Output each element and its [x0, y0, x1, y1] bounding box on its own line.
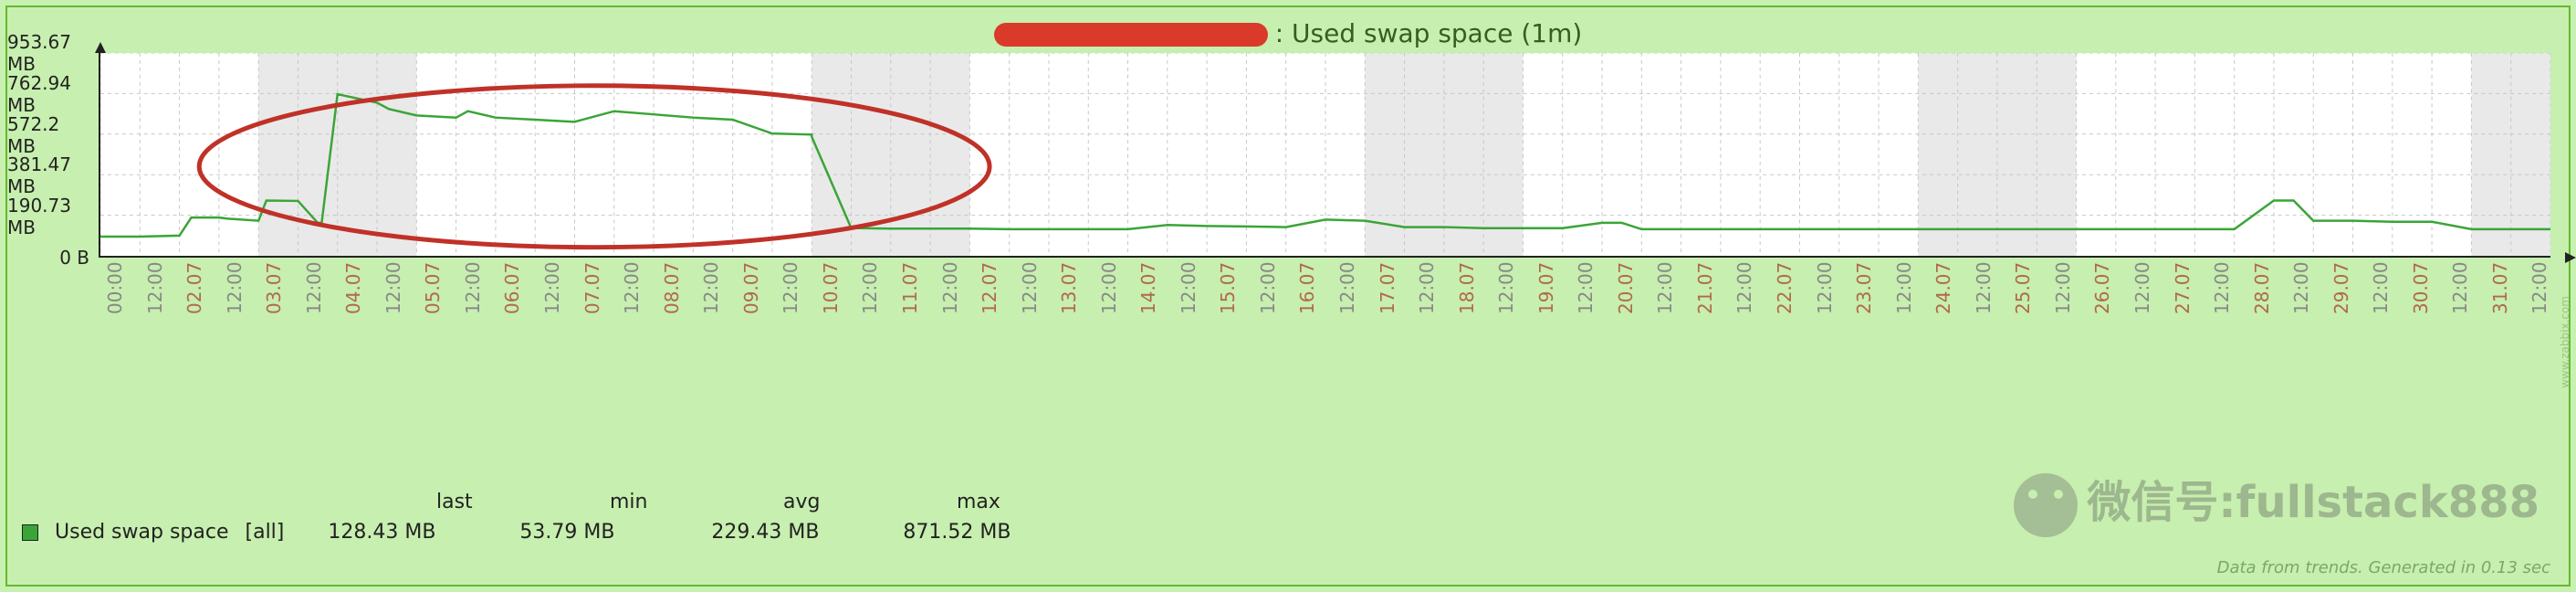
x-tick-label: 07.07	[581, 262, 603, 314]
y-tick-label: 190.73 MB	[7, 195, 95, 238]
x-tick-label: 12:00	[859, 261, 881, 314]
x-tick-label: 06.07	[501, 262, 523, 314]
y-tick-label: 572.2 MB	[7, 113, 95, 157]
y-tick-label: 381.47 MB	[7, 153, 95, 197]
x-tick-label: 31.07	[2489, 262, 2511, 314]
x-tick-label: 24.07	[1932, 262, 1954, 314]
x-tick-label: 14.07	[1137, 262, 1159, 314]
legend-scope: [all]	[246, 521, 285, 544]
x-tick-label: 12:00	[1495, 261, 1517, 314]
watermark: 微信号:fullstack888	[2014, 466, 2539, 537]
wechat-icon	[2014, 473, 2078, 537]
stat-value: 229.43 MB	[711, 521, 857, 544]
stat-header: min	[610, 491, 648, 513]
x-tick-label: 30.07	[2410, 262, 2432, 314]
legend-row: Used swap space [all] 128.43 MB 53.79 MB 2…	[22, 521, 1049, 544]
x-tick-label: 12:00	[382, 261, 404, 314]
plot-svg	[100, 53, 2550, 256]
x-tick-label: 09.07	[740, 262, 762, 314]
stat-header: max	[957, 491, 1000, 513]
x-tick-label: 28.07	[2251, 262, 2273, 314]
x-tick-label: 12:00	[780, 261, 801, 314]
x-tick-label: 15.07	[1217, 262, 1239, 314]
x-tick-label: 03.07	[263, 262, 285, 314]
stat-value: 871.52 MB	[903, 521, 1049, 544]
x-tick-label: 25.07	[2012, 262, 2034, 314]
stat-value: 128.43 MB	[328, 521, 474, 544]
x-tick-label: 12:00	[2449, 261, 2471, 314]
x-tick-label: 12:00	[1336, 261, 1358, 314]
x-tick-label: 11.07	[899, 262, 921, 314]
x-tick-label: 12:00	[224, 261, 246, 314]
y-tick-label: 762.94 MB	[7, 72, 95, 116]
x-tick-label: 26.07	[2091, 262, 2113, 314]
x-tick-label: 12:00	[621, 261, 643, 314]
x-tick-label: 12:00	[1575, 261, 1597, 314]
x-tick-label: 12:00	[2211, 261, 2233, 314]
stat-value: 53.79 MB	[519, 521, 665, 544]
x-tick-label: 19.07	[1535, 262, 1557, 314]
x-tick-label: 02.07	[183, 262, 205, 314]
x-tick-label: 12:00	[2290, 261, 2312, 314]
redaction-bar	[994, 23, 1268, 47]
x-tick-label: 12:00	[462, 261, 484, 314]
x-tick-label: 23.07	[1853, 262, 1875, 314]
x-tick-label: 00:00	[104, 261, 126, 314]
x-tick-label: 17.07	[1377, 262, 1398, 314]
x-tick-label: 12:00	[303, 261, 325, 314]
x-tick-label: 12:00	[1893, 261, 1915, 314]
x-tick-label: 22.07	[1774, 262, 1796, 314]
x-tick-label: 12:00	[1814, 261, 1836, 314]
x-tick-label: 27.07	[2172, 262, 2194, 314]
stat-header: last	[436, 491, 473, 513]
x-tick-label: 12:00	[1257, 261, 1279, 314]
footer-note: Data from trends. Generated in 0.13 sec	[2217, 558, 2550, 577]
legend-name: Used swap space	[55, 521, 229, 544]
x-tick-label: 12:00	[144, 261, 166, 314]
x-tick-label: 12:00	[2370, 261, 2392, 314]
y-tick-label: 0 B	[59, 247, 95, 269]
x-tick-label: 13.07	[1058, 262, 1080, 314]
x-tick-label: 12.07	[979, 262, 1000, 314]
x-tick-label: 08.07	[661, 262, 683, 314]
x-tick-label: 04.07	[342, 262, 364, 314]
x-tick-label: 20.07	[1615, 262, 1637, 314]
x-tick-label: 05.07	[422, 262, 444, 314]
x-tick-label: 29.07	[2330, 262, 2352, 314]
x-tick-label: 12:00	[1178, 261, 1199, 314]
x-tick-label: 12:00	[1654, 261, 1676, 314]
x-tick-label: 12:00	[541, 261, 563, 314]
x-tick-label: 10.07	[820, 262, 842, 314]
gridlines	[100, 53, 2550, 256]
x-tick-label: 12:00	[1973, 261, 1995, 314]
x-tick-label: 12:00	[1416, 261, 1438, 314]
x-tick-label: 12:00	[1098, 261, 1120, 314]
y-axis-arrow-icon	[95, 42, 106, 53]
x-axis-arrow-icon	[2565, 252, 2576, 263]
plot-area	[99, 53, 2550, 258]
y-tick-label: 953.67 MB	[7, 31, 95, 75]
legend-stat-values: 128.43 MB 53.79 MB 229.43 MB 871.52 MB	[328, 521, 1049, 544]
title-text: : Used swap space (1m)	[1275, 18, 1583, 48]
x-tick-label: 12:00	[939, 261, 961, 314]
stat-header: avg	[783, 491, 820, 513]
x-tick-label: 12:00	[700, 261, 722, 314]
side-credit: www.zabbix.com	[2559, 296, 2571, 388]
x-tick-label: 12:00	[2529, 261, 2550, 314]
x-tick-label: 12:00	[2052, 261, 2074, 314]
legend-swatch	[22, 524, 38, 541]
x-tick-label: 16.07	[1296, 262, 1318, 314]
x-tick-label: 12:00	[2131, 261, 2153, 314]
x-tick-label: 18.07	[1456, 262, 1478, 314]
x-tick-label: 12:00	[1733, 261, 1755, 314]
x-tick-label: 12:00	[1019, 261, 1041, 314]
watermark-text: 微信号:fullstack888	[2087, 477, 2539, 528]
x-tick-label: 21.07	[1694, 262, 1716, 314]
chart-title: : Used swap space (1m)	[7, 18, 2569, 48]
